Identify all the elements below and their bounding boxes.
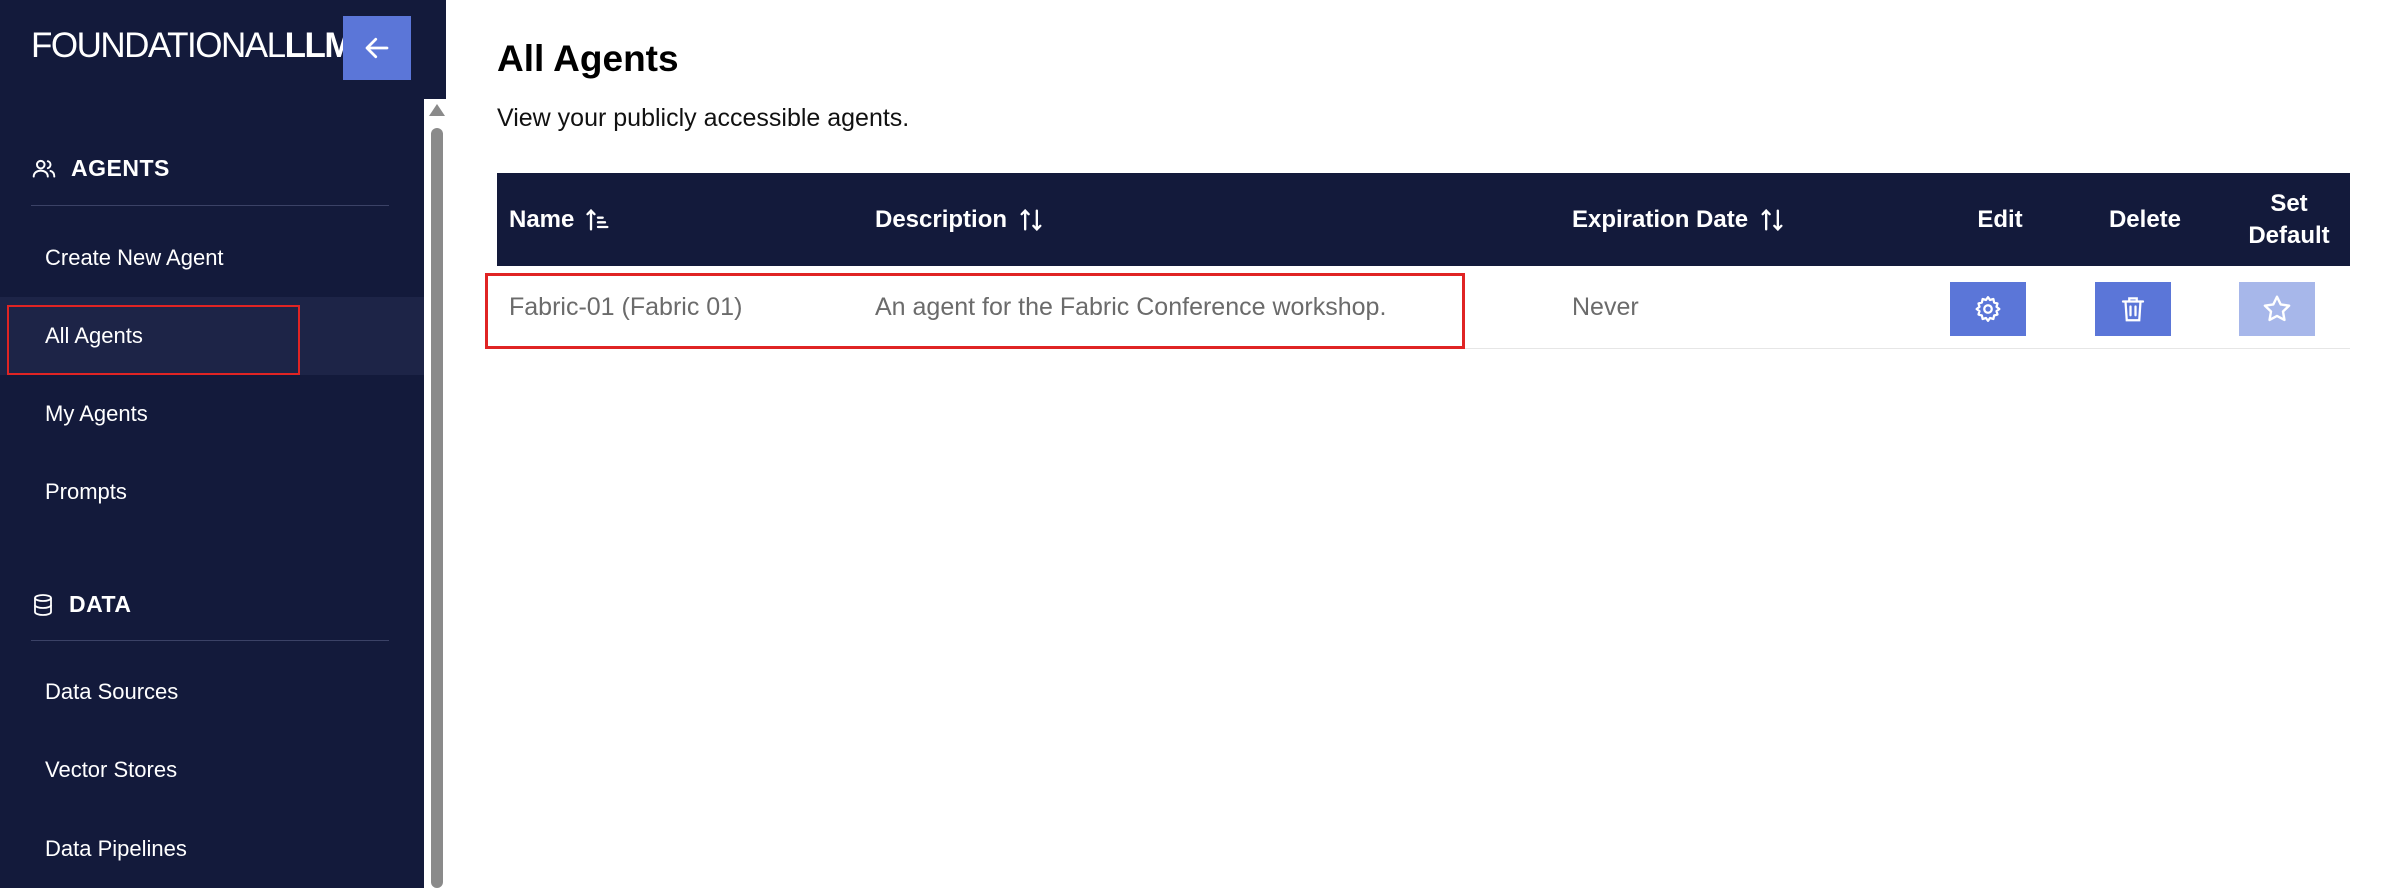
- page-title: All Agents: [497, 38, 679, 79]
- nav-data-pipelines[interactable]: Data Pipelines: [0, 810, 424, 888]
- collapse-sidebar-button[interactable]: [343, 16, 411, 80]
- scroll-up-arrow-icon[interactable]: [429, 104, 445, 116]
- users-icon: [32, 159, 56, 178]
- cell-description: An agent for the Fabric Conference works…: [875, 292, 1387, 321]
- divider: [31, 640, 389, 641]
- table-header: Name Description Expiration Date Edit De…: [497, 173, 2350, 266]
- cell-expiration: Never: [1572, 292, 1639, 321]
- brand-logo: FOUNDATIONALLLM: [31, 26, 354, 65]
- column-set-default: Set Default: [2248, 189, 2330, 249]
- gear-icon: [1975, 296, 2001, 322]
- delete-agent-button[interactable]: [2095, 282, 2171, 336]
- nav-my-agents[interactable]: My Agents: [0, 375, 424, 453]
- set-default-agent-button[interactable]: [2239, 282, 2315, 336]
- section-data: DATA: [31, 591, 131, 618]
- sort-ascending-icon: [586, 208, 609, 230]
- sidebar: FOUNDATIONALLLM AGENTS Create New Agent …: [0, 0, 446, 888]
- column-expiration-date[interactable]: Expiration Date: [1572, 173, 1786, 266]
- cell-name: Fabric-01 (Fabric 01): [509, 292, 743, 321]
- edit-agent-button[interactable]: [1950, 282, 2026, 336]
- section-title: DATA: [69, 591, 132, 617]
- nav-vector-stores[interactable]: Vector Stores: [0, 731, 424, 809]
- section-agents: AGENTS: [31, 155, 170, 182]
- arrow-left-icon: [365, 37, 389, 59]
- sort-icon: [1761, 208, 1783, 231]
- divider: [31, 205, 389, 206]
- column-edit: Edit: [1977, 205, 2023, 233]
- column-description[interactable]: Description: [875, 173, 1045, 266]
- nav-data-sources[interactable]: Data Sources: [0, 653, 424, 731]
- column-delete: Delete: [2108, 205, 2182, 233]
- column-name[interactable]: Name: [509, 173, 612, 266]
- database-icon: [34, 593, 52, 616]
- nav-prompts[interactable]: Prompts: [0, 453, 424, 531]
- star-icon: [2263, 295, 2291, 322]
- trash-icon: [2121, 297, 2145, 322]
- scrollbar-thumb[interactable]: [431, 128, 443, 888]
- section-title: AGENTS: [71, 155, 170, 181]
- page-subtitle: View your publicly accessible agents.: [497, 104, 910, 132]
- sort-icon: [1020, 208, 1042, 231]
- nav-create-new-agent[interactable]: Create New Agent: [0, 219, 424, 297]
- nav-all-agents[interactable]: All Agents: [0, 297, 424, 375]
- table-row: Fabric-01 (Fabric 01) An agent for the F…: [497, 266, 2350, 349]
